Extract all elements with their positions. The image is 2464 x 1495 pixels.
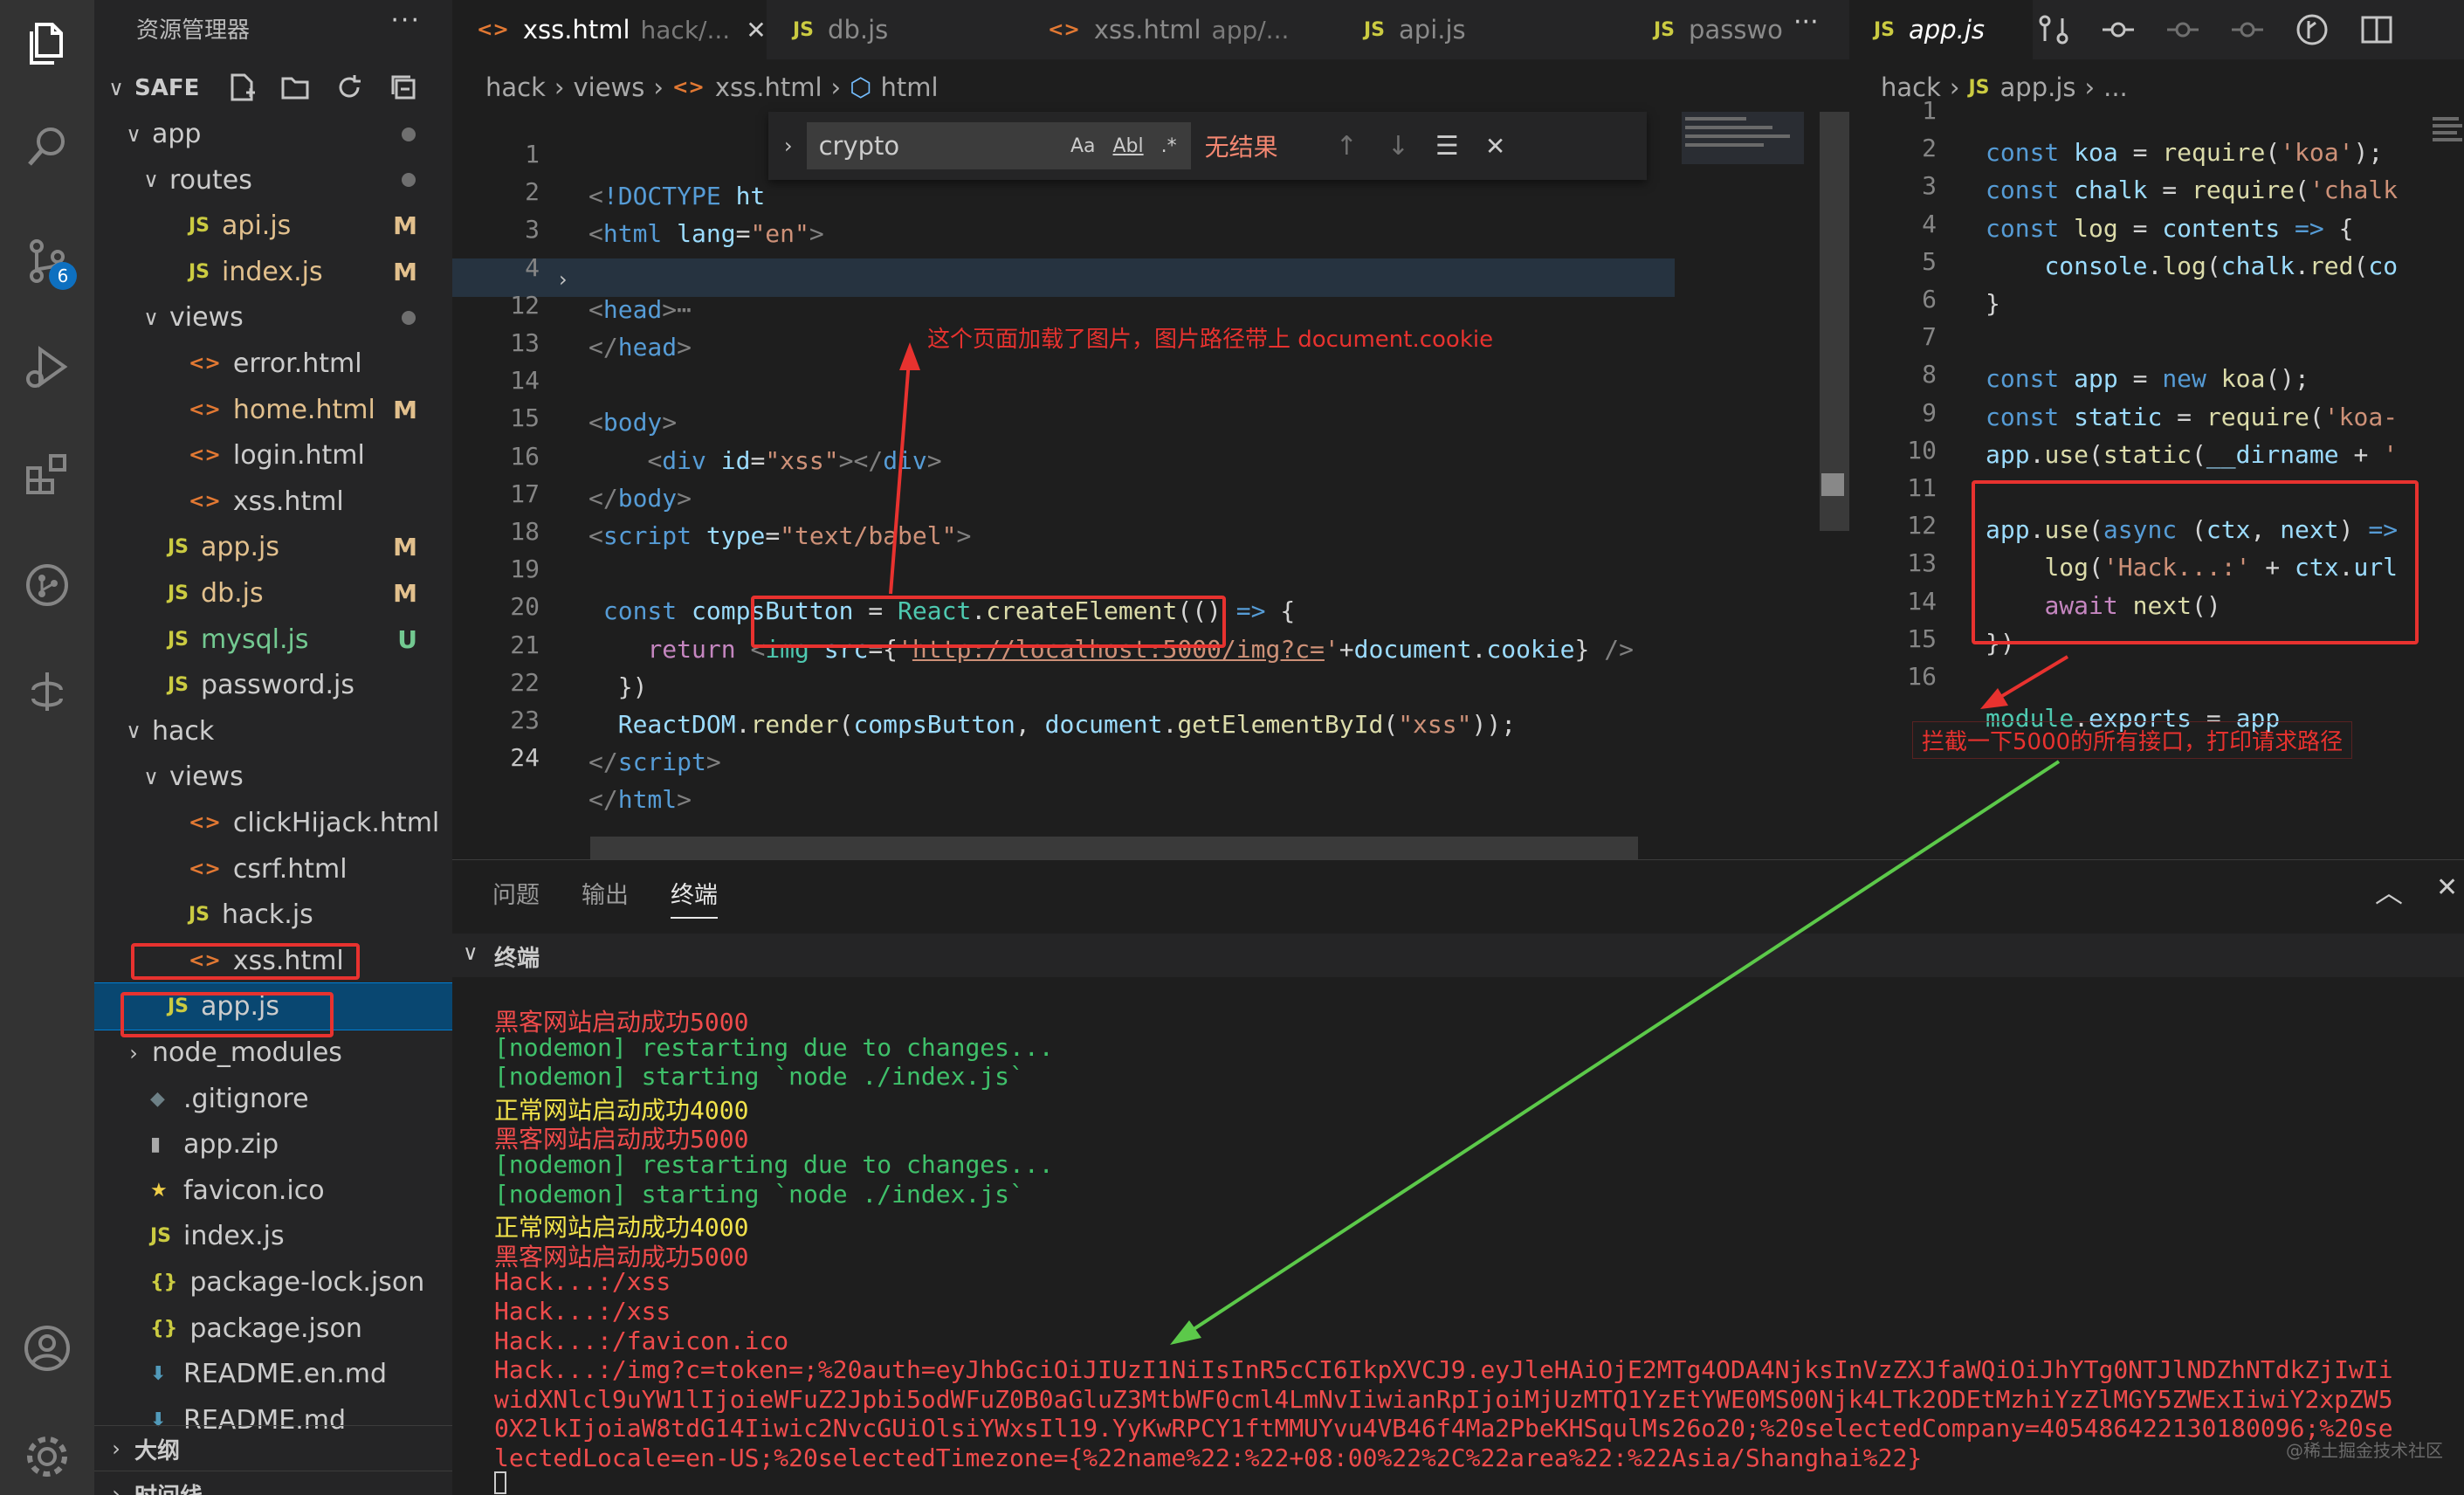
annotation-arrows bbox=[889, 342, 2069, 1345]
